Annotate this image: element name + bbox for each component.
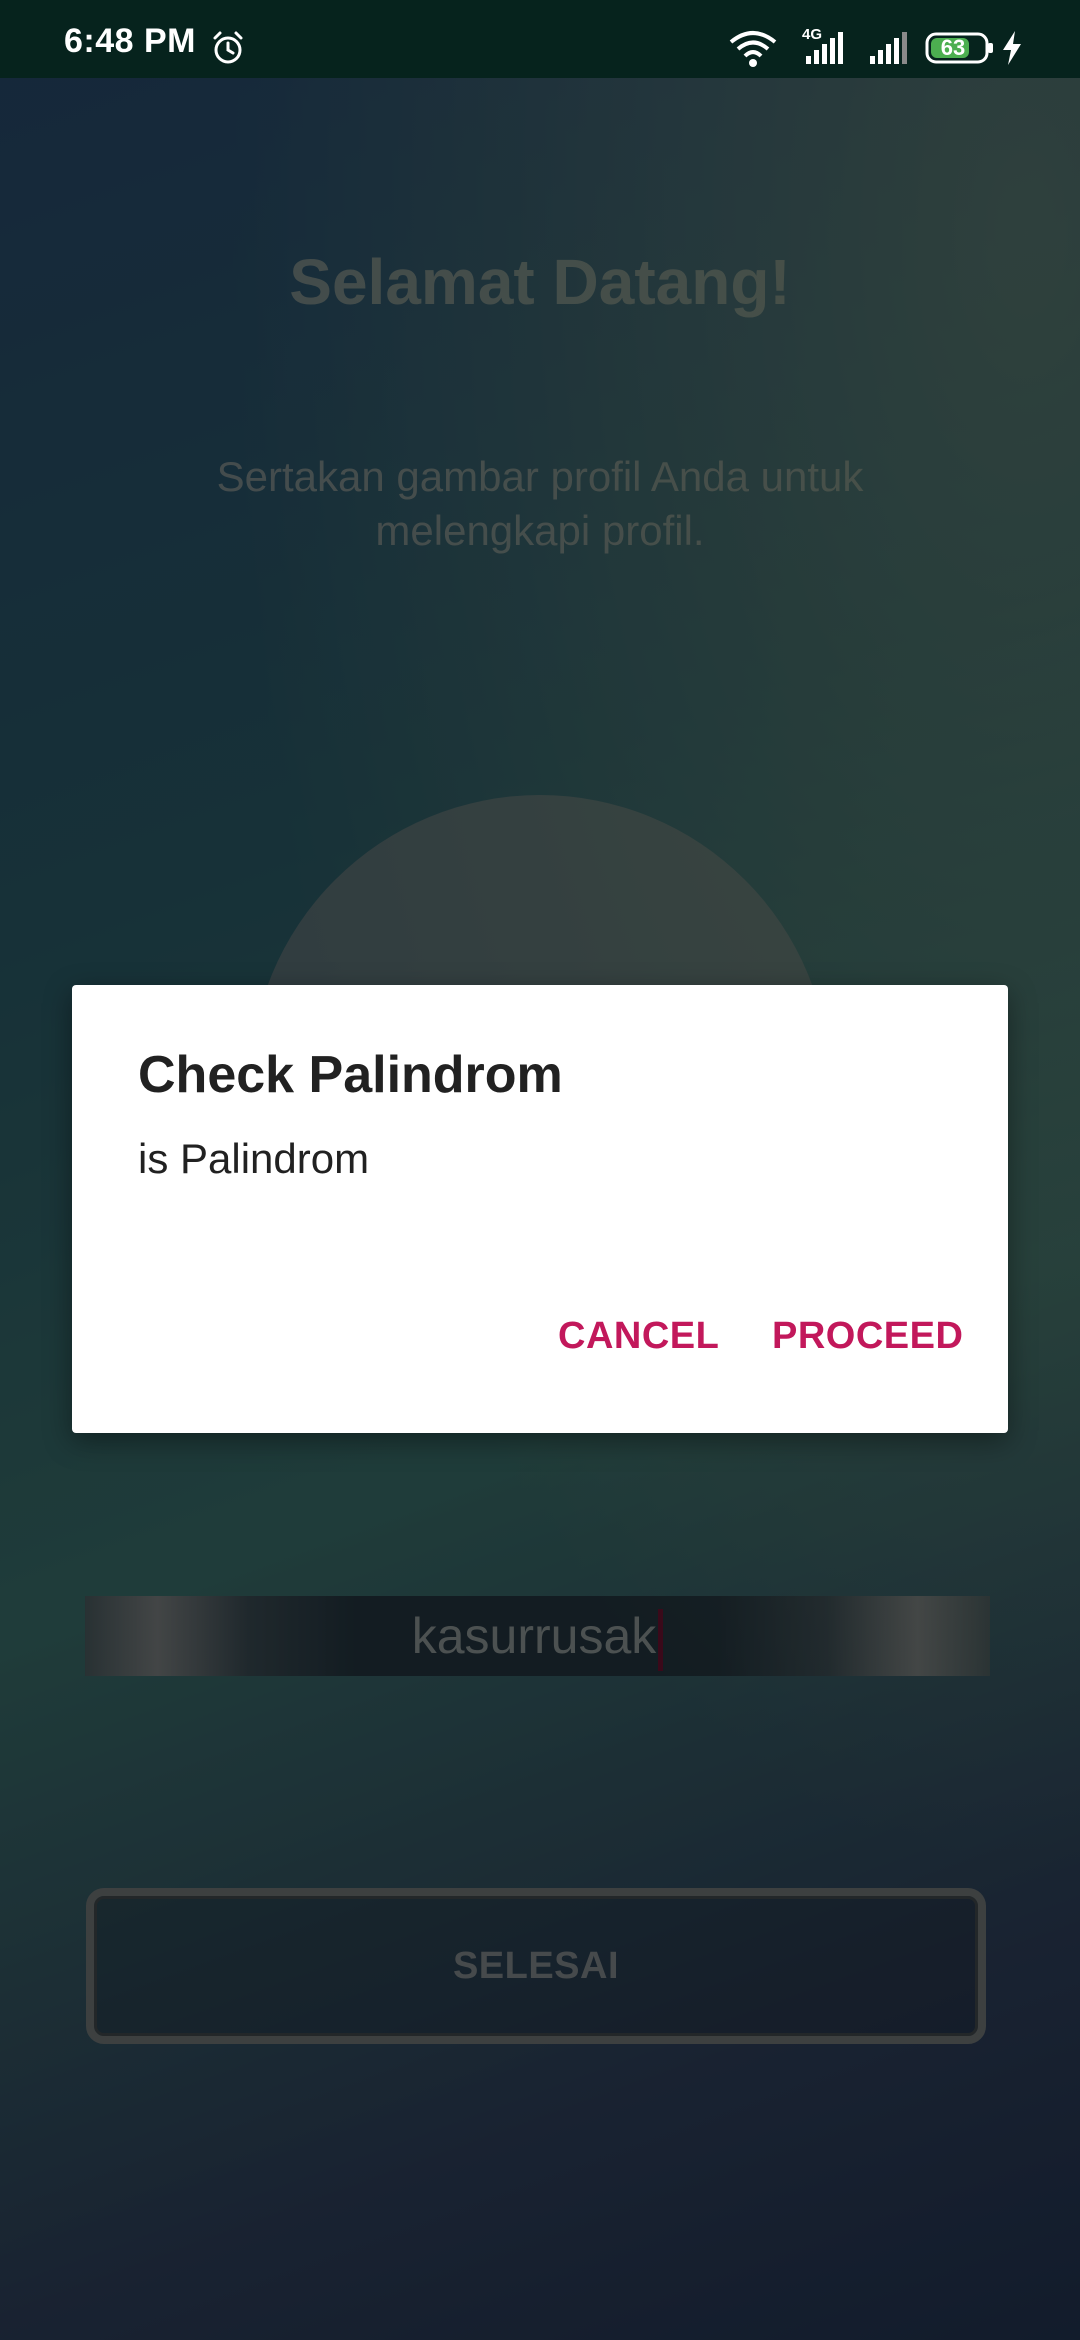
status-time: 6:48 PM <box>64 22 196 60</box>
status-icons: 4G 63 <box>728 26 1048 68</box>
signal-icon <box>806 32 843 64</box>
cancel-button[interactable]: CANCEL <box>558 1315 719 1358</box>
proceed-button[interactable]: PROCEED <box>772 1315 963 1358</box>
battery-level: 63 <box>940 35 966 60</box>
alarm-icon <box>213 31 243 64</box>
palindrome-dialog: Check Palindrom is Palindrom CANCEL PROC… <box>72 985 1008 1433</box>
app-screen: 6:48 PM 4G 63 Selamat Datang! Sertakan g… <box>0 0 1080 2340</box>
charging-icon <box>1003 31 1021 65</box>
wifi-icon <box>729 31 777 67</box>
status-bar: 6:48 PM 4G 63 <box>0 0 1080 78</box>
signal-icon <box>870 32 907 64</box>
dialog-title: Check Palindrom <box>138 1046 563 1104</box>
dialog-message: is Palindrom <box>138 1135 370 1182</box>
